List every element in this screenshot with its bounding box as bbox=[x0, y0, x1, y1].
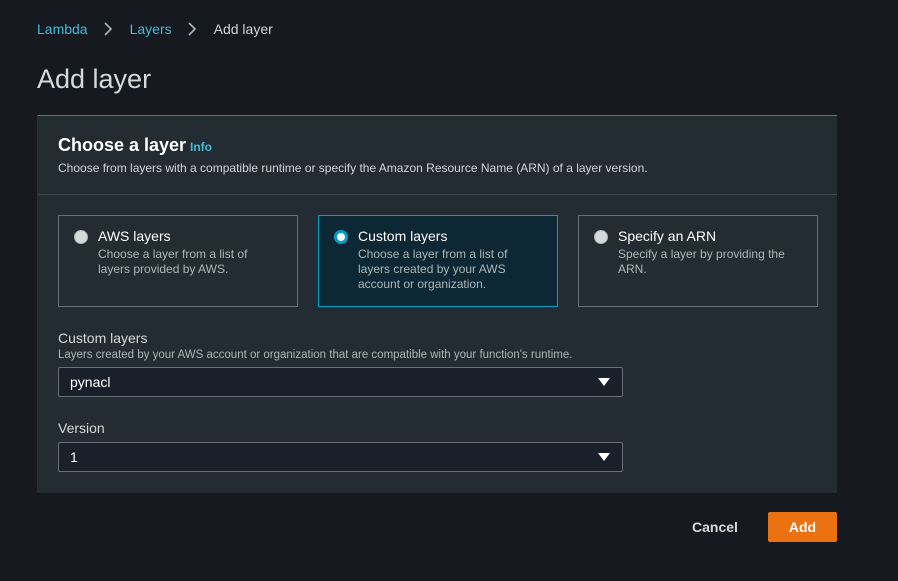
chevron-right-icon bbox=[97, 21, 121, 37]
chevron-right-icon bbox=[181, 21, 205, 37]
custom-layers-description: Layers created by your AWS account or or… bbox=[58, 349, 573, 361]
version-value: 1 bbox=[70, 449, 78, 465]
choose-layer-panel: Choose a layer Info Choose from layers w… bbox=[37, 115, 837, 493]
custom-layers-select[interactable]: pynacl bbox=[58, 367, 623, 397]
breadcrumb-layers-link[interactable]: Layers bbox=[130, 21, 172, 37]
radio-icon[interactable] bbox=[594, 230, 608, 244]
caret-down-icon bbox=[598, 453, 610, 461]
breadcrumb: Lambda Layers Add layer bbox=[37, 21, 273, 37]
page-title: Add layer bbox=[37, 64, 152, 94]
custom-layers-label: Custom layers bbox=[58, 330, 148, 346]
info-link[interactable]: Info bbox=[190, 140, 212, 154]
panel-description: Choose from layers with a compatible run… bbox=[58, 161, 648, 175]
radio-icon[interactable] bbox=[334, 230, 348, 244]
tile-description: Choose a layer from a list of layers cre… bbox=[358, 247, 508, 291]
tile-title: Specify an ARN bbox=[618, 228, 717, 244]
tile-description: Specify a layer by providing the ARN. bbox=[618, 247, 785, 276]
add-button[interactable]: Add bbox=[768, 512, 837, 542]
tile-title: Custom layers bbox=[358, 228, 448, 244]
cancel-button[interactable]: Cancel bbox=[680, 512, 750, 542]
breadcrumb-lambda-link[interactable]: Lambda bbox=[37, 21, 88, 37]
panel-title: Choose a layer bbox=[58, 135, 187, 155]
caret-down-icon bbox=[598, 378, 610, 386]
layer-source-custom-layers[interactable]: Custom layers Choose a layer from a list… bbox=[318, 215, 558, 307]
tile-description: Choose a layer from a list of layers pro… bbox=[98, 247, 248, 276]
layer-source-specify-arn[interactable]: Specify an ARN Specify a layer by provid… bbox=[578, 215, 818, 307]
tile-title: AWS layers bbox=[98, 228, 171, 244]
panel-header: Choose a layer Info Choose from layers w… bbox=[38, 116, 837, 195]
custom-layers-value: pynacl bbox=[70, 374, 111, 390]
version-label: Version bbox=[58, 420, 105, 436]
version-select[interactable]: 1 bbox=[58, 442, 623, 472]
radio-icon[interactable] bbox=[74, 230, 88, 244]
layer-source-aws-layers[interactable]: AWS layers Choose a layer from a list of… bbox=[58, 215, 298, 307]
breadcrumb-current: Add layer bbox=[213, 21, 273, 37]
